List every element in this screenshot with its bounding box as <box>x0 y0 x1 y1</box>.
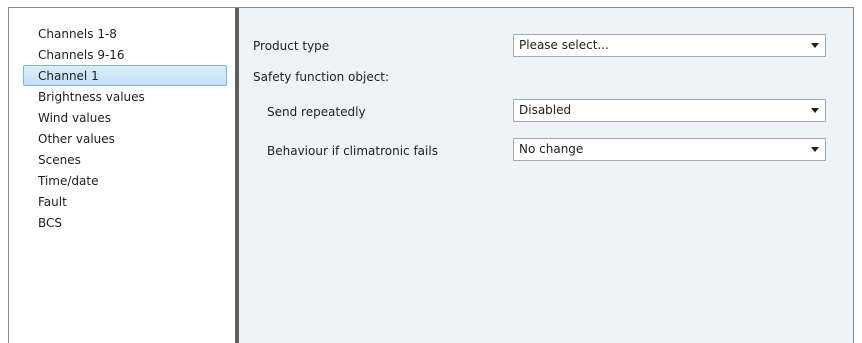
behaviour-value: No change <box>519 142 584 156</box>
send-repeatedly-dropdown[interactable]: Disabled <box>513 99 826 122</box>
product-type-dropdown[interactable]: Please select... <box>513 34 826 57</box>
chevron-down-icon <box>811 147 819 152</box>
sidebar: Channels 1-8 Channels 9-16 Channel 1 Bri… <box>9 8 235 343</box>
sidebar-item-channels-9-16[interactable]: Channels 9-16 <box>23 44 227 65</box>
send-repeatedly-value: Disabled <box>519 103 572 117</box>
sidebar-item-wind-values[interactable]: Wind values <box>23 107 227 128</box>
send-repeatedly-label: Send repeatedly <box>267 105 366 119</box>
product-type-value: Please select... <box>519 38 609 52</box>
parameter-panel: Product type Please select... Safety fun… <box>239 8 853 343</box>
sidebar-item-brightness-values[interactable]: Brightness values <box>23 86 227 107</box>
chevron-down-icon <box>811 108 819 113</box>
chevron-down-icon <box>811 43 819 48</box>
behaviour-label: Behaviour if climatronic fails <box>267 144 438 158</box>
sidebar-item-fault[interactable]: Fault <box>23 191 227 212</box>
sidebar-item-time-date[interactable]: Time/date <box>23 170 227 191</box>
sidebar-item-other-values[interactable]: Other values <box>23 128 227 149</box>
behaviour-dropdown[interactable]: No change <box>513 138 826 161</box>
sidebar-item-scenes[interactable]: Scenes <box>23 149 227 170</box>
sidebar-item-channels-1-8[interactable]: Channels 1-8 <box>23 23 227 44</box>
sidebar-item-channel-1[interactable]: Channel 1 <box>23 65 227 86</box>
sidebar-item-bcs[interactable]: BCS <box>23 212 227 233</box>
safety-function-heading: Safety function object: <box>253 70 390 84</box>
sidebar-nav: Channels 1-8 Channels 9-16 Channel 1 Bri… <box>23 23 227 233</box>
product-type-label: Product type <box>253 39 330 53</box>
settings-window: Channels 1-8 Channels 9-16 Channel 1 Bri… <box>8 7 854 343</box>
